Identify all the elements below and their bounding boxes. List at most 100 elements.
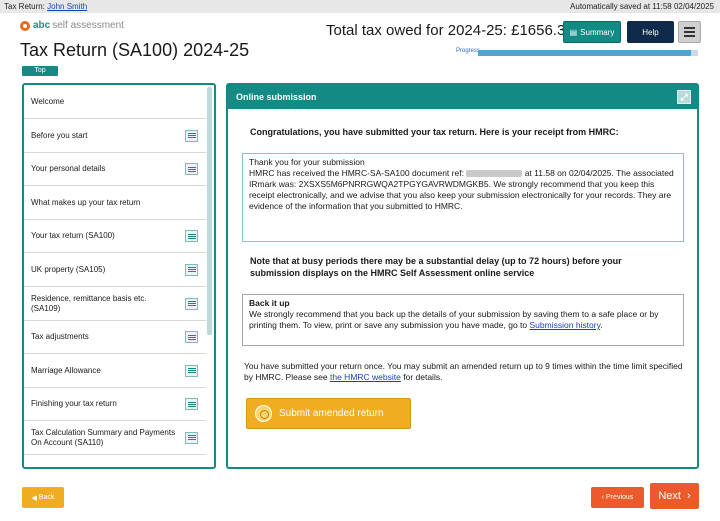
form-document-icon[interactable] <box>185 331 198 343</box>
form-document-line <box>187 301 196 302</box>
form-document-line <box>187 269 196 270</box>
form-document-icon[interactable] <box>185 263 198 276</box>
form-document-icon[interactable] <box>185 398 198 410</box>
sidebar-item-label: Tax Calculation Summary and Payments On … <box>31 427 176 447</box>
logo-mark-icon <box>20 20 30 31</box>
summary-button[interactable]: ▤ Summary <box>563 21 621 43</box>
previous-button[interactable]: ‹ Previous <box>591 487 644 508</box>
backup-box: Back it up We strongly recommend that yo… <box>242 294 684 346</box>
next-button[interactable]: Next › <box>650 483 699 509</box>
sidebar-item[interactable]: Tax adjustments <box>24 321 206 354</box>
tax-return-label: Tax Return: <box>4 2 45 11</box>
form-document-line <box>187 368 196 369</box>
form-document-line <box>187 170 196 172</box>
form-document-line <box>187 435 196 436</box>
user-name-link[interactable]: John Smith <box>47 2 87 11</box>
form-document-line <box>187 334 196 336</box>
form-document-icon[interactable] <box>185 364 198 377</box>
sidebar-item-label: Your tax return (SA100) <box>31 231 115 240</box>
form-document-line <box>187 305 196 306</box>
sidebar-item[interactable]: Residence, remittance basis etc. (SA109) <box>24 287 206 321</box>
form-document-line <box>187 168 196 170</box>
submit-amended-return-button[interactable]: Submit amended return <box>246 398 411 429</box>
total-tax-owed: Total tax owed for 2024-25: £1656.37 <box>326 22 574 39</box>
summary-button-label: Summary <box>580 27 615 37</box>
panel-header: Online submission ⤢ <box>228 85 697 109</box>
sidebar-item-label: Finishing your tax return <box>31 399 117 408</box>
form-document-icon[interactable] <box>185 129 198 142</box>
submission-history-link[interactable]: Submission history <box>530 320 601 330</box>
form-document-icon[interactable] <box>185 297 198 310</box>
sidebar-item-label: Marriage Allowance <box>31 365 101 375</box>
online-submission-panel: Online submission ⤢ Congratulations, you… <box>226 83 699 469</box>
progress-fill <box>478 50 692 56</box>
form-document-line <box>187 437 196 438</box>
form-document-line <box>187 370 196 371</box>
form-document-line <box>187 233 196 235</box>
sidebar-item[interactable]: Finishing your tax return <box>24 388 206 421</box>
logo-text: self assessment <box>52 20 124 31</box>
form-document-line <box>187 338 196 340</box>
form-document-line <box>187 403 196 405</box>
form-document-line <box>187 135 196 136</box>
amendment-tail: for details. <box>403 372 443 382</box>
form-document-line <box>187 237 196 239</box>
receipt-body: HMRC has received the HMRC-SA-SA100 docu… <box>249 168 677 212</box>
sidebar-item[interactable]: Before you start <box>24 119 206 153</box>
expand-icon[interactable]: ⤢ <box>677 90 691 104</box>
hamburger-line <box>684 35 695 37</box>
form-document-icon[interactable] <box>185 163 198 175</box>
form-document-icon[interactable] <box>185 431 198 444</box>
busy-period-note: Note that at busy periods there may be a… <box>250 256 622 278</box>
form-document-line <box>187 166 196 168</box>
autosave-status: Automatically saved at 11:58 02/04/2025 <box>570 2 714 11</box>
form-document-line <box>187 235 196 237</box>
sidebar-item-label: What makes up your tax return <box>31 197 141 207</box>
form-document-line <box>187 439 196 440</box>
back-button[interactable]: ◀ Back <box>22 487 64 508</box>
sidebar-item[interactable]: UK property (SA105) <box>24 253 206 287</box>
progress-bar <box>478 50 698 56</box>
user-info: Tax Return: John Smith <box>4 0 87 13</box>
sidebar-item-label: Before you start <box>31 130 88 140</box>
panel-title: Online submission <box>236 92 317 102</box>
next-button-label: Next <box>658 490 681 502</box>
hmrc-website-link[interactable]: the HMRC website <box>330 372 401 382</box>
sidebar-item-label: UK property (SA105) <box>31 264 106 274</box>
form-document-line <box>187 401 196 403</box>
form-document-line <box>187 137 196 138</box>
help-button[interactable]: Help <box>627 21 674 43</box>
sidebar-item[interactable]: Tax Calculation Summary and Payments On … <box>24 421 206 455</box>
logo-abc: abc <box>33 20 51 31</box>
amendment-info: You have submitted your return once. You… <box>244 361 684 383</box>
hamburger-line <box>684 31 695 33</box>
sidebar-item-label: Tax adjustments <box>31 332 89 341</box>
form-document-line <box>187 267 196 268</box>
progress-label: Progress <box>456 48 481 54</box>
backup-body: We strongly recommend that you back up t… <box>249 309 659 330</box>
page-title: Tax Return (SA100) 2024-25 <box>20 40 250 60</box>
previous-button-label: Previous <box>606 494 634 501</box>
summary-icon: ▤ <box>569 27 578 37</box>
sidebar-item[interactable]: Marriage Allowance <box>24 354 206 388</box>
receipt-thanks: Thank you for your submission <box>249 157 365 167</box>
app-logo: abc self assessment <box>20 20 124 31</box>
form-document-line <box>187 336 196 338</box>
form-document-icon[interactable] <box>185 230 198 242</box>
redacted-document-ref <box>466 170 523 178</box>
sidebar-item[interactable]: Your tax return (SA100) <box>24 220 206 253</box>
sidebar-item[interactable]: Welcome <box>24 85 206 119</box>
top-link-button[interactable]: Top <box>22 66 58 76</box>
section-navigation: Welcome Before you start Your personal det… <box>22 83 216 469</box>
form-document-line <box>187 372 196 373</box>
sidebar-item-label: Residence, remittance basis etc. (SA109) <box>31 293 147 313</box>
submit-amended-return-label: Submit amended return <box>279 408 384 419</box>
receipt-text-start: HMRC has received the HMRC-SA-SA100 docu… <box>249 168 464 178</box>
menu-button[interactable] <box>678 21 701 43</box>
top-status-bar: Tax Return: John Smith Automatically sav… <box>0 0 720 13</box>
sidebar-scrollbar[interactable] <box>207 87 212 335</box>
arrow-left-icon: ◀ <box>31 494 37 502</box>
sidebar-item[interactable]: Your personal details <box>24 153 206 186</box>
form-document-line <box>187 133 196 134</box>
sidebar-item[interactable]: What makes up your tax return <box>24 186 206 220</box>
